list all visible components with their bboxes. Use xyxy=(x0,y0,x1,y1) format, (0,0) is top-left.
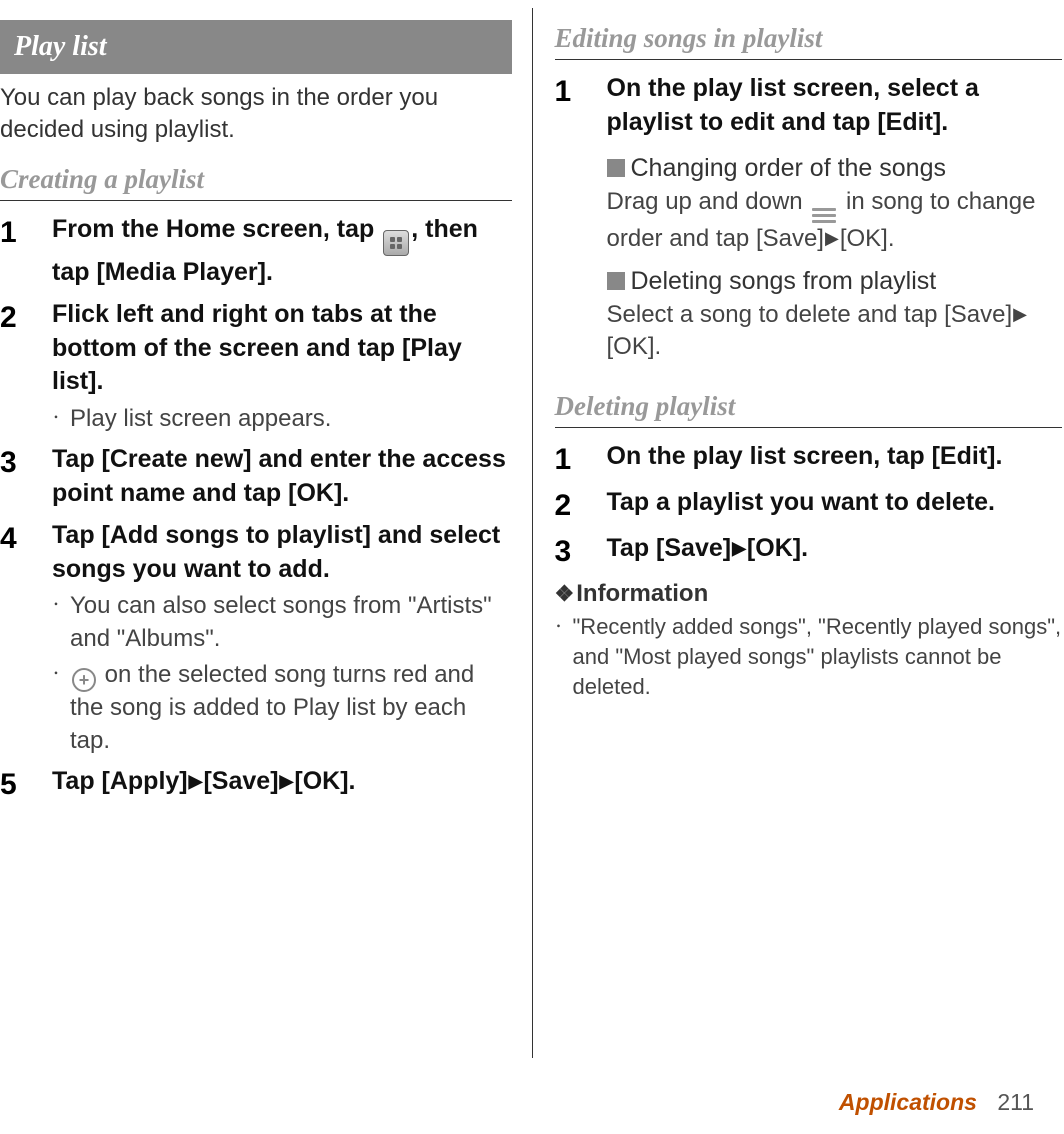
step-1: 1 From the Home screen, tap , then tap [… xyxy=(0,213,512,290)
step-title-part: Tap [Apply] xyxy=(52,767,188,795)
info-bullet-text: "Recently added songs", "Recently played… xyxy=(573,612,1063,701)
section-title-playlist: Play list xyxy=(0,20,512,74)
subsection-body: Drag up and down in song to change order… xyxy=(607,186,1063,255)
bullet-dot-icon: ･ xyxy=(52,403,70,435)
subheading-creating: Creating a playlist xyxy=(0,161,512,201)
sub-body-text: [OK]. xyxy=(607,333,662,360)
square-bullet-icon xyxy=(607,272,625,290)
subsection-heading-text: Changing order of the songs xyxy=(631,154,947,182)
sub-body-text: [OK]. xyxy=(840,225,895,252)
editing-step-1: 1 On the play list screen, select a play… xyxy=(555,72,1063,373)
bullet-dot-icon: ･ xyxy=(555,612,573,701)
diamond-icon: ❖ xyxy=(555,579,575,609)
step-number: 1 xyxy=(555,440,607,478)
step-number: 4 xyxy=(0,519,52,757)
square-bullet-icon xyxy=(607,159,625,177)
footer-page-number: 211 xyxy=(997,1089,1034,1115)
step-number: 1 xyxy=(0,213,52,290)
bullet-text: Play list screen appears. xyxy=(70,403,512,435)
deleting-step-3: 3 Tap [Save]▶[OK]. xyxy=(555,532,1063,570)
step-title-part: Tap [Save] xyxy=(607,534,732,562)
sub-body-text: Drag up and down xyxy=(607,188,810,215)
step-title-text-a: From the Home screen, tap xyxy=(52,215,381,243)
step-number: 2 xyxy=(0,298,52,436)
step-number: 3 xyxy=(0,443,52,511)
subheading-editing: Editing songs in playlist xyxy=(555,20,1063,60)
step-number: 5 xyxy=(0,765,52,803)
bullet-text-content: on the selected song turns red and the s… xyxy=(70,661,474,753)
deleting-step-2: 2 Tap a playlist you want to delete. xyxy=(555,486,1063,524)
step-title: On the play list screen, select a playli… xyxy=(607,72,1063,140)
info-bullet: ･ "Recently added songs", "Recently play… xyxy=(555,612,1063,701)
bullet-dot-icon: ･ xyxy=(52,659,70,757)
step-title-part: [OK]. xyxy=(294,767,355,795)
subsection-body: Select a song to delete and tap [Save]▶ [… xyxy=(607,299,1063,364)
step-title: Tap a playlist you want to delete. xyxy=(607,486,1063,520)
subsection-heading-text: Deleting songs from playlist xyxy=(631,267,937,295)
step-title: Tap [Create new] and enter the access po… xyxy=(52,443,512,511)
triangle-icon: ▶ xyxy=(1013,302,1027,326)
bullet-text: You can also select songs from "Artists"… xyxy=(70,590,512,655)
bullet-text: + on the selected song turns red and the… xyxy=(70,659,512,757)
step-number: 1 xyxy=(555,72,607,373)
subsection-heading: Changing order of the songs xyxy=(607,152,1063,186)
info-heading-text: Information xyxy=(576,580,708,607)
left-column: Play list You can play back songs in the… xyxy=(0,0,532,1060)
page-footer: Applications 211 xyxy=(839,1087,1034,1118)
subsection-heading: Deleting songs from playlist xyxy=(607,265,1063,299)
bullet-item: ･ You can also select songs from "Artist… xyxy=(52,590,512,655)
step-number: 3 xyxy=(555,532,607,570)
step-4: 4 Tap [Add songs to playlist] and select… xyxy=(0,519,512,757)
footer-section-label: Applications xyxy=(839,1089,977,1115)
right-column: Editing songs in playlist 1 On the play … xyxy=(533,0,1064,1060)
step-title: From the Home screen, tap , then tap [Me… xyxy=(52,213,512,290)
triangle-icon: ▶ xyxy=(732,536,746,560)
circle-plus-icon: + xyxy=(72,668,96,692)
apps-grid-icon xyxy=(383,230,409,256)
step-title: Tap [Add songs to playlist] and select s… xyxy=(52,519,512,587)
bullet-item: ･ + on the selected song turns red and t… xyxy=(52,659,512,757)
triangle-icon: ▶ xyxy=(189,769,203,793)
step-title: On the play list screen, tap [Edit]. xyxy=(607,440,1063,474)
step-2: 2 Flick left and right on tabs at the bo… xyxy=(0,298,512,436)
bullet-dot-icon: ･ xyxy=(52,590,70,655)
triangle-icon: ▶ xyxy=(280,769,294,793)
triangle-icon: ▶ xyxy=(825,226,839,250)
deleting-step-1: 1 On the play list screen, tap [Edit]. xyxy=(555,440,1063,478)
bullet-item: ･ Play list screen appears. xyxy=(52,403,512,435)
step-3: 3 Tap [Create new] and enter the access … xyxy=(0,443,512,511)
intro-text: You can play back songs in the order you… xyxy=(0,82,512,147)
step-title: Tap [Save]▶[OK]. xyxy=(607,532,1063,566)
step-5: 5 Tap [Apply]▶[Save]▶[OK]. xyxy=(0,765,512,803)
sub-body-text: Select a song to delete and tap [Save] xyxy=(607,301,1013,328)
step-number: 2 xyxy=(555,486,607,524)
step-title: Tap [Apply]▶[Save]▶[OK]. xyxy=(52,765,512,799)
info-heading: ❖Information xyxy=(555,578,1063,610)
drag-handles-icon xyxy=(812,208,836,223)
subheading-deleting: Deleting playlist xyxy=(555,388,1063,428)
step-title-part: [OK]. xyxy=(747,534,808,562)
step-title-part: [Save] xyxy=(203,767,278,795)
step-title: Flick left and right on tabs at the bott… xyxy=(52,298,512,399)
